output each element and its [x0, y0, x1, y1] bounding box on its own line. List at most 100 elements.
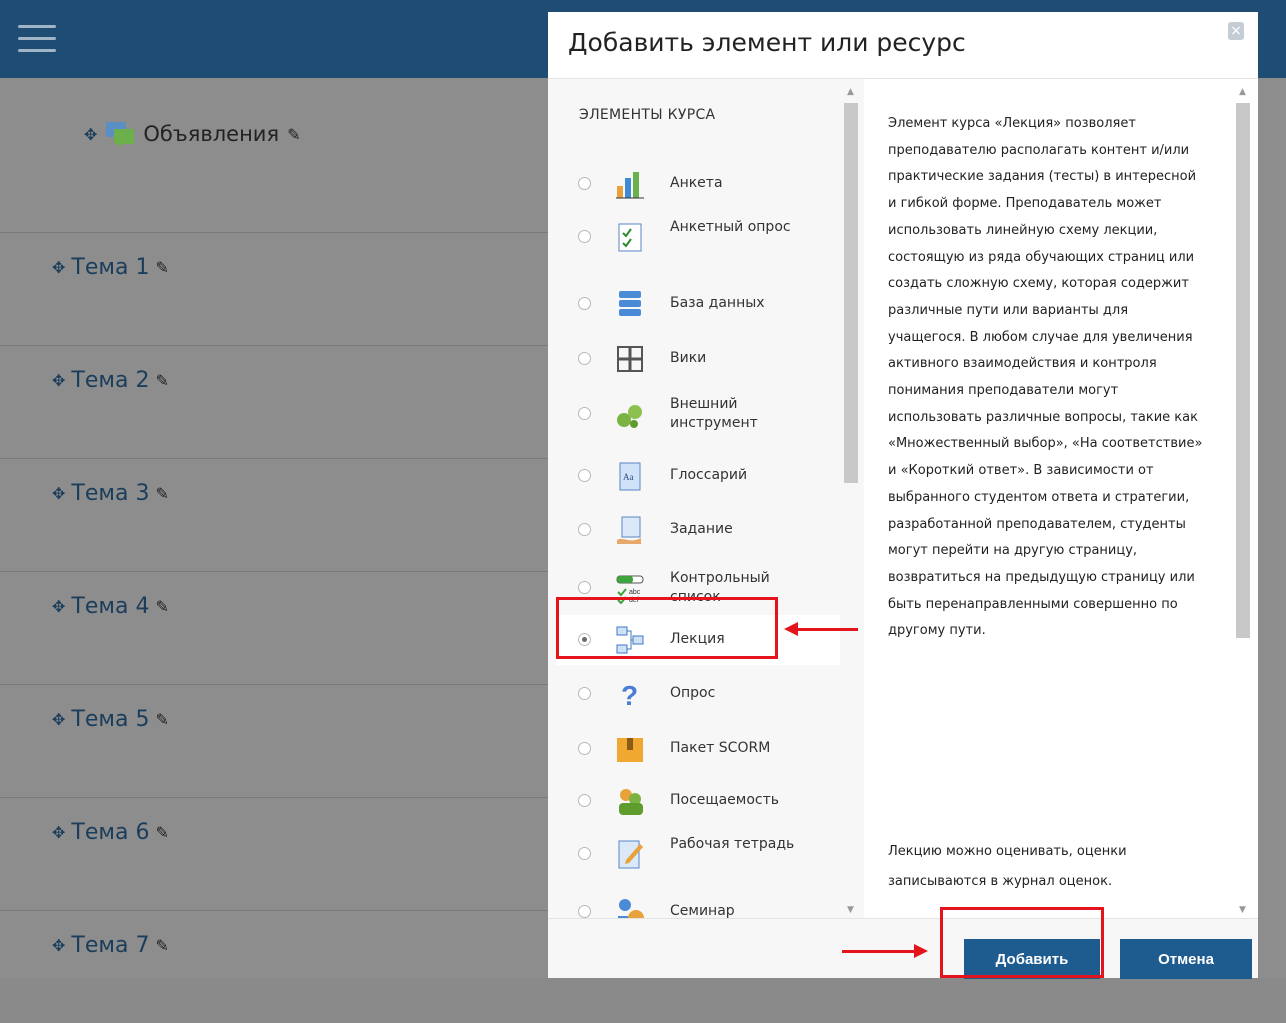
- move-icon[interactable]: ✥: [52, 710, 65, 729]
- cancel-button[interactable]: Отмена: [1120, 939, 1252, 979]
- activity-label: Семинар: [670, 903, 735, 919]
- svg-text:?: ?: [621, 680, 638, 710]
- options-scrollbar[interactable]: [844, 103, 858, 483]
- activity-option[interactable]: abc def Контрольный список: [556, 563, 840, 613]
- add-button[interactable]: Добавить: [964, 939, 1100, 979]
- activity-option[interactable]: База данных: [556, 279, 840, 329]
- topic-title-text[interactable]: Тема 1: [71, 255, 149, 280]
- activity-radio[interactable]: [578, 847, 591, 860]
- move-icon[interactable]: ✥: [52, 484, 65, 503]
- topic-title[interactable]: ✥ Тема 6 ✎: [52, 820, 169, 845]
- activity-radio[interactable]: [578, 687, 591, 700]
- topic-section: ✥ Тема 5 ✎: [0, 684, 548, 797]
- dialog-body: ЭЛЕМЕНТЫ КУРСА Анкета Анкетный опрос База …: [548, 78, 1258, 919]
- close-icon[interactable]: ×: [1228, 22, 1244, 40]
- activity-option[interactable]: Рабочая тетрадь: [556, 829, 840, 879]
- announcements-forum[interactable]: ✥ Объявления ✎: [84, 118, 301, 150]
- activity-radio[interactable]: [578, 794, 591, 807]
- topic-section: ✥ Тема 2 ✎: [0, 345, 548, 458]
- activity-radio[interactable]: [578, 407, 591, 420]
- dialog-title: Добавить элемент или ресурс: [568, 28, 966, 57]
- forum-icon: [106, 122, 135, 148]
- edit-pencil-icon[interactable]: ✎: [155, 484, 168, 503]
- assignment-icon: [614, 514, 646, 546]
- scroll-down-arrow[interactable]: ▼: [847, 905, 854, 915]
- journal-icon: [614, 838, 646, 870]
- edit-pencil-icon[interactable]: ✎: [155, 710, 168, 729]
- move-icon[interactable]: ✥: [52, 258, 65, 277]
- edit-pencil-icon[interactable]: ✎: [155, 258, 168, 277]
- topic-title[interactable]: ✥ Тема 5 ✎: [52, 707, 169, 732]
- activity-radio[interactable]: [578, 177, 591, 190]
- wiki-icon: [614, 343, 646, 375]
- topic-title[interactable]: ✥ Тема 2 ✎: [52, 368, 169, 393]
- activity-radio[interactable]: [578, 352, 591, 365]
- activity-option[interactable]: ? Опрос: [556, 669, 840, 719]
- topic-title[interactable]: ✥ Тема 1 ✎: [52, 255, 169, 280]
- move-icon[interactable]: ✥: [52, 823, 65, 842]
- topic-title[interactable]: ✥ Тема 7 ✎: [52, 933, 169, 958]
- activity-description: Элемент курса «Лекция» позволяет препода…: [888, 116, 1203, 639]
- activity-option[interactable]: Aa Глоссарий: [556, 451, 840, 501]
- scroll-up-arrow[interactable]: ▲: [847, 87, 854, 97]
- topic-section: ✥ Тема 7 ✎: [0, 910, 548, 1023]
- topic-title[interactable]: ✥ Тема 3 ✎: [52, 481, 169, 506]
- edit-pencil-icon[interactable]: ✎: [155, 936, 168, 955]
- activity-label: Анкета: [670, 175, 723, 191]
- arrow-to-add-button: [842, 944, 928, 958]
- activity-radio[interactable]: [578, 230, 591, 243]
- move-icon[interactable]: ✥: [52, 936, 65, 955]
- move-icon[interactable]: ✥: [52, 371, 65, 390]
- activity-radio[interactable]: [578, 297, 591, 310]
- menu-toggle-icon[interactable]: [18, 25, 56, 53]
- activity-radio[interactable]: [578, 742, 591, 755]
- announcements-link[interactable]: Объявления: [143, 122, 279, 146]
- lesson-icon: [614, 624, 646, 656]
- activity-option[interactable]: Семинар: [556, 887, 840, 919]
- svg-text:def: def: [629, 597, 639, 604]
- topic-section: ✥ Тема 3 ✎: [0, 458, 548, 571]
- activity-radio[interactable]: [578, 581, 591, 594]
- move-icon[interactable]: ✥: [84, 125, 97, 144]
- activity-radio[interactable]: [578, 523, 591, 536]
- activity-label: Посещаемость: [670, 792, 780, 808]
- description-scroll-down-arrow[interactable]: ▼: [1239, 905, 1246, 915]
- activity-label: Рабочая тетрадь: [670, 836, 795, 852]
- topic-title-text[interactable]: Тема 2: [71, 368, 149, 393]
- activity-option[interactable]: Вики: [556, 334, 840, 384]
- activity-label: Анкетный опрос: [670, 219, 791, 235]
- topic-title-text[interactable]: Тема 5: [71, 707, 149, 732]
- edit-pencil-icon[interactable]: ✎: [155, 597, 168, 616]
- move-icon[interactable]: ✥: [52, 597, 65, 616]
- topic-title-text[interactable]: Тема 3: [71, 481, 149, 506]
- checklist-icon: abc def: [614, 572, 646, 605]
- topic-title-text[interactable]: Тема 4: [71, 594, 149, 619]
- activity-radio[interactable]: [578, 633, 591, 646]
- edit-pencil-icon[interactable]: ✎: [155, 371, 168, 390]
- activity-radio[interactable]: [578, 469, 591, 482]
- scorm-package-icon: [614, 733, 646, 765]
- topic-title[interactable]: ✥ Тема 4 ✎: [52, 594, 169, 619]
- feedback-chart-icon: [614, 168, 646, 200]
- activity-description-note: Лекцию можно оценивать, оценки записываю…: [888, 844, 1127, 889]
- activity-label: Контрольный список: [670, 570, 770, 605]
- glossary-icon: Aa: [614, 460, 646, 492]
- edit-pencil-icon[interactable]: ✎: [287, 125, 300, 144]
- activity-label: Опрос: [670, 685, 716, 701]
- activity-option[interactable]: Внешний инструмент: [556, 389, 840, 439]
- workshop-icon: [614, 896, 646, 919]
- activity-option[interactable]: Пакет SCORM: [556, 724, 840, 774]
- activity-option[interactable]: Анкета: [556, 159, 840, 209]
- attendance-icon: [614, 785, 646, 817]
- svg-text:Aa: Aa: [623, 472, 634, 482]
- activity-option[interactable]: Анкетный опрос: [556, 212, 840, 262]
- description-scrollbar[interactable]: [1236, 103, 1250, 638]
- activity-label: Пакет SCORM: [670, 740, 771, 756]
- edit-pencil-icon[interactable]: ✎: [155, 823, 168, 842]
- activity-radio[interactable]: [578, 905, 591, 918]
- description-scroll-up-arrow[interactable]: ▲: [1239, 87, 1246, 97]
- activity-option[interactable]: Задание: [556, 505, 840, 555]
- topic-title-text[interactable]: Тема 6: [71, 820, 149, 845]
- topic-title-text[interactable]: Тема 7: [71, 933, 149, 958]
- activity-option[interactable]: Посещаемость: [556, 776, 840, 826]
